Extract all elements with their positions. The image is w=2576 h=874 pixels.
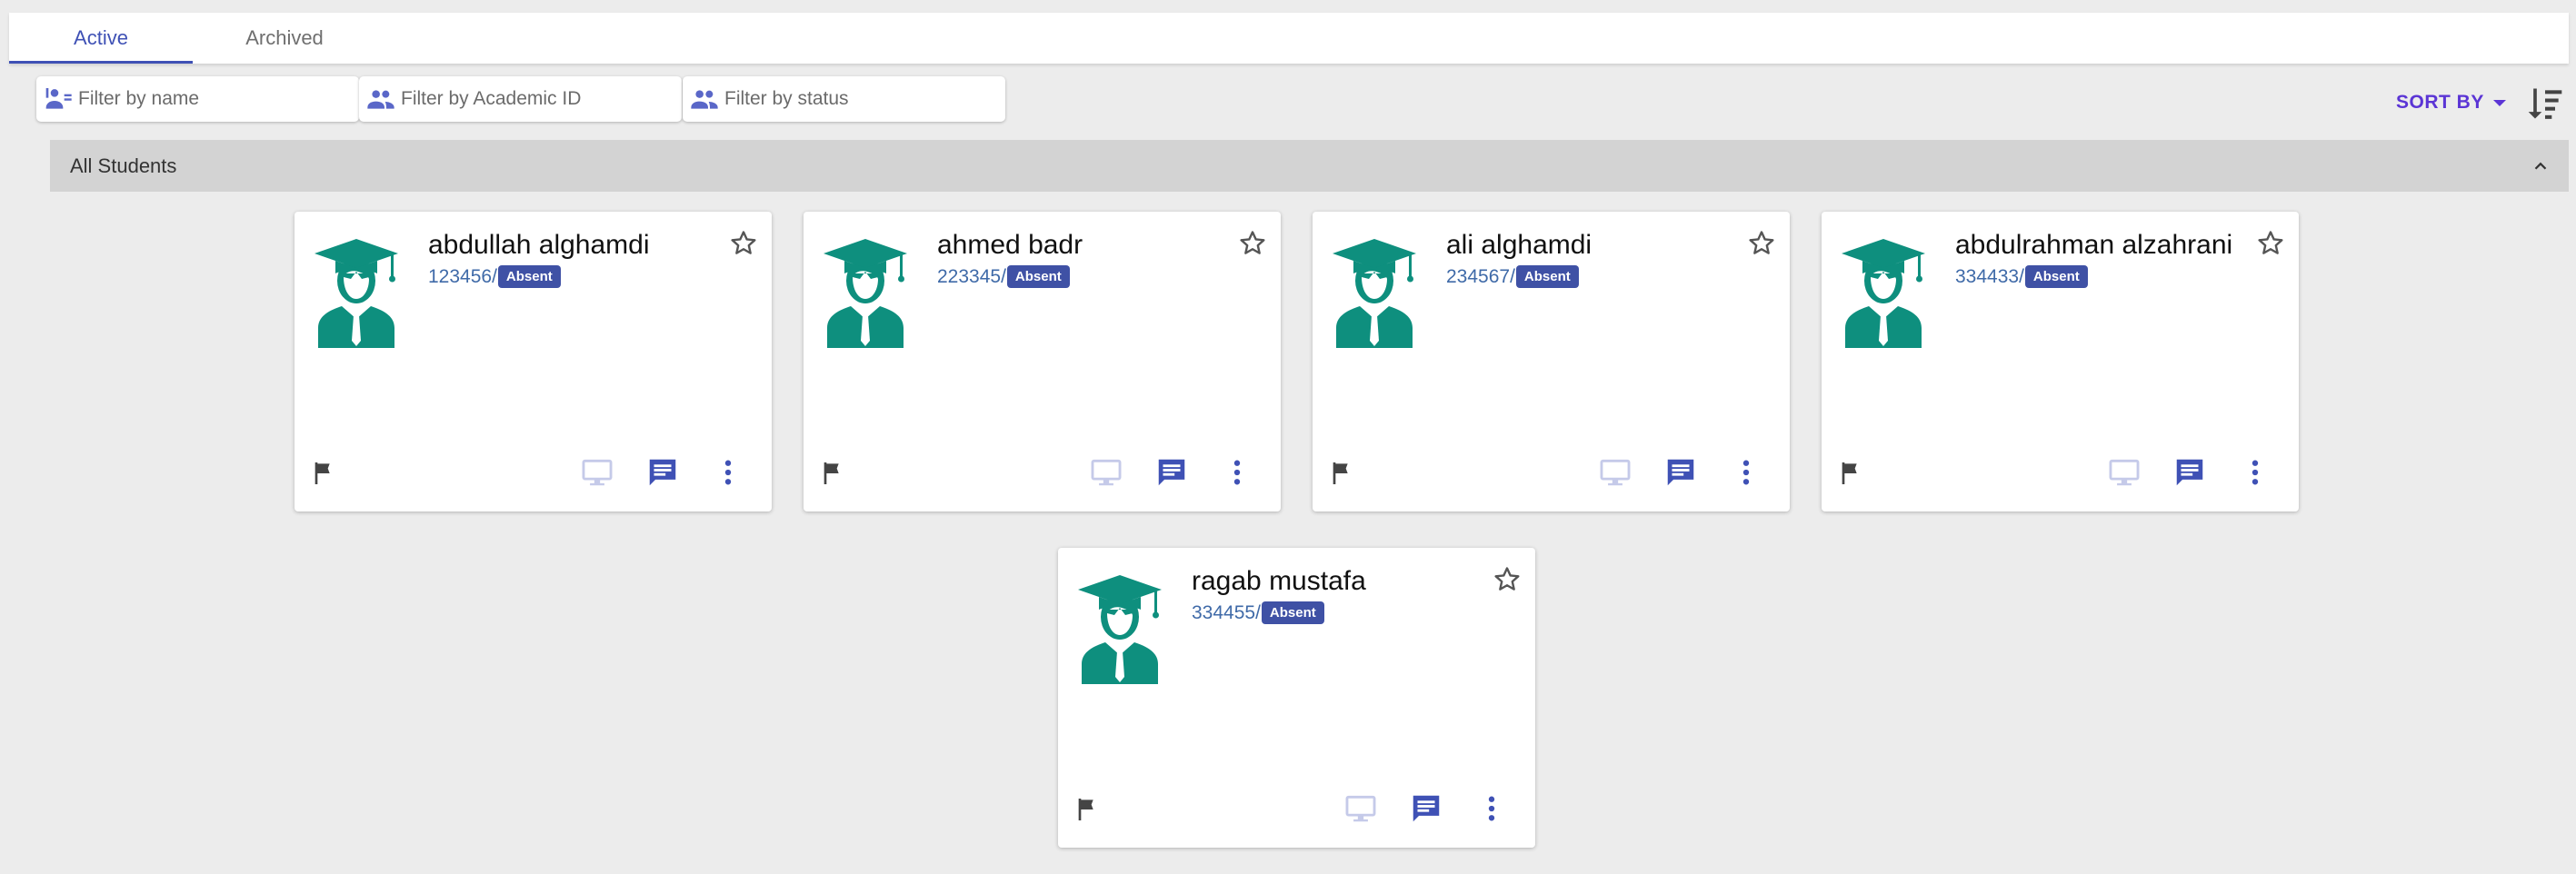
student-name[interactable]: ragab mustafa xyxy=(1192,566,1366,597)
graduate-avatar-icon xyxy=(315,239,398,348)
student-card[interactable]: abdullah alghamdi 123456/Absent xyxy=(295,212,772,511)
student-academic-id: 334433 xyxy=(1955,265,2020,287)
monitor-icon[interactable] xyxy=(1343,791,1378,826)
chevron-down-icon xyxy=(2492,99,2506,106)
star-outline-icon[interactable] xyxy=(1746,228,1777,259)
app-root: Active Archived SORT BY xyxy=(9,13,2569,874)
student-card[interactable]: ali alghamdi 234567/Absent xyxy=(1313,212,1790,511)
status-filter[interactable] xyxy=(683,76,1005,122)
chat-icon[interactable] xyxy=(645,455,680,490)
tab-archived[interactable]: Archived xyxy=(193,13,376,64)
sort-direction-icon[interactable] xyxy=(2525,84,2565,124)
status-badge: Absent xyxy=(1261,601,1324,624)
flag-icon[interactable] xyxy=(818,459,847,488)
status-badge: Absent xyxy=(497,265,561,288)
people-icon xyxy=(367,90,394,109)
status-filter-input[interactable] xyxy=(724,88,1005,110)
flag-icon[interactable] xyxy=(1327,459,1356,488)
sort-by-button[interactable]: SORT BY xyxy=(2396,89,2506,116)
people-icon xyxy=(691,90,718,109)
student-meta: 334455/Absent xyxy=(1192,601,1324,624)
student-meta: 223345/Absent xyxy=(937,265,1070,288)
student-name[interactable]: abdulrahman alzahrani xyxy=(1955,230,2232,261)
status-badge: Absent xyxy=(1006,265,1070,288)
star-outline-icon[interactable] xyxy=(1237,228,1268,259)
student-academic-id: 223345 xyxy=(937,265,1002,287)
academic-id-filter-input[interactable] xyxy=(401,88,682,110)
status-badge: Absent xyxy=(2024,265,2088,288)
student-name[interactable]: abdullah alghamdi xyxy=(428,230,650,261)
flag-icon[interactable] xyxy=(1073,795,1102,824)
id-separator: / xyxy=(2019,265,2024,287)
more-vert-icon[interactable] xyxy=(1729,455,1763,490)
chat-icon[interactable] xyxy=(1663,455,1698,490)
student-academic-id: 334455 xyxy=(1192,601,1256,623)
tab-active[interactable]: Active xyxy=(9,13,193,64)
id-separator: / xyxy=(1510,265,1515,287)
star-outline-icon[interactable] xyxy=(1492,564,1523,595)
section-title: All Students xyxy=(70,154,177,177)
student-name[interactable]: ali alghamdi xyxy=(1446,230,1592,261)
tab-bar: Active Archived xyxy=(9,13,2569,64)
star-outline-icon[interactable] xyxy=(2255,228,2286,259)
student-card[interactable]: ragab mustafa 334455/Absent xyxy=(1058,548,1535,848)
status-badge: Absent xyxy=(1515,265,1579,288)
academic-id-filter[interactable] xyxy=(359,76,682,122)
monitor-icon[interactable] xyxy=(1089,455,1123,490)
monitor-icon[interactable] xyxy=(1598,455,1632,490)
name-filter-input[interactable] xyxy=(78,88,359,110)
more-vert-icon[interactable] xyxy=(2238,455,2272,490)
student-meta: 334433/Absent xyxy=(1955,265,2088,288)
graduate-avatar-icon xyxy=(1842,239,1925,348)
chevron-up-icon[interactable] xyxy=(2531,156,2551,176)
student-meta: 123456/Absent xyxy=(428,265,561,288)
student-academic-id: 234567 xyxy=(1446,265,1511,287)
more-vert-icon[interactable] xyxy=(1220,455,1254,490)
person-search-icon xyxy=(45,88,72,109)
graduate-avatar-icon xyxy=(1333,239,1416,348)
student-academic-id: 123456 xyxy=(428,265,493,287)
flag-icon[interactable] xyxy=(1836,459,1865,488)
id-separator: / xyxy=(492,265,497,287)
graduate-avatar-icon xyxy=(1078,575,1162,684)
name-filter[interactable] xyxy=(36,76,359,122)
monitor-icon[interactable] xyxy=(580,455,614,490)
more-vert-icon[interactable] xyxy=(711,455,745,490)
chat-icon[interactable] xyxy=(1409,791,1443,826)
star-outline-icon[interactable] xyxy=(728,228,759,259)
graduate-avatar-icon xyxy=(824,239,907,348)
id-separator: / xyxy=(1255,601,1261,623)
student-meta: 234567/Absent xyxy=(1446,265,1579,288)
student-card[interactable]: abdulrahman alzahrani 334433/Absent xyxy=(1822,212,2299,511)
chat-icon[interactable] xyxy=(1154,455,1189,490)
more-vert-icon[interactable] xyxy=(1474,791,1509,826)
flag-icon[interactable] xyxy=(309,459,338,488)
student-name[interactable]: ahmed badr xyxy=(937,230,1083,261)
sort-by-label: SORT BY xyxy=(2396,92,2484,113)
id-separator: / xyxy=(1001,265,1006,287)
chat-icon[interactable] xyxy=(2172,455,2207,490)
all-students-section-header[interactable]: All Students xyxy=(50,140,2569,192)
monitor-icon[interactable] xyxy=(2107,455,2142,490)
student-card[interactable]: ahmed badr 223345/Absent xyxy=(804,212,1281,511)
